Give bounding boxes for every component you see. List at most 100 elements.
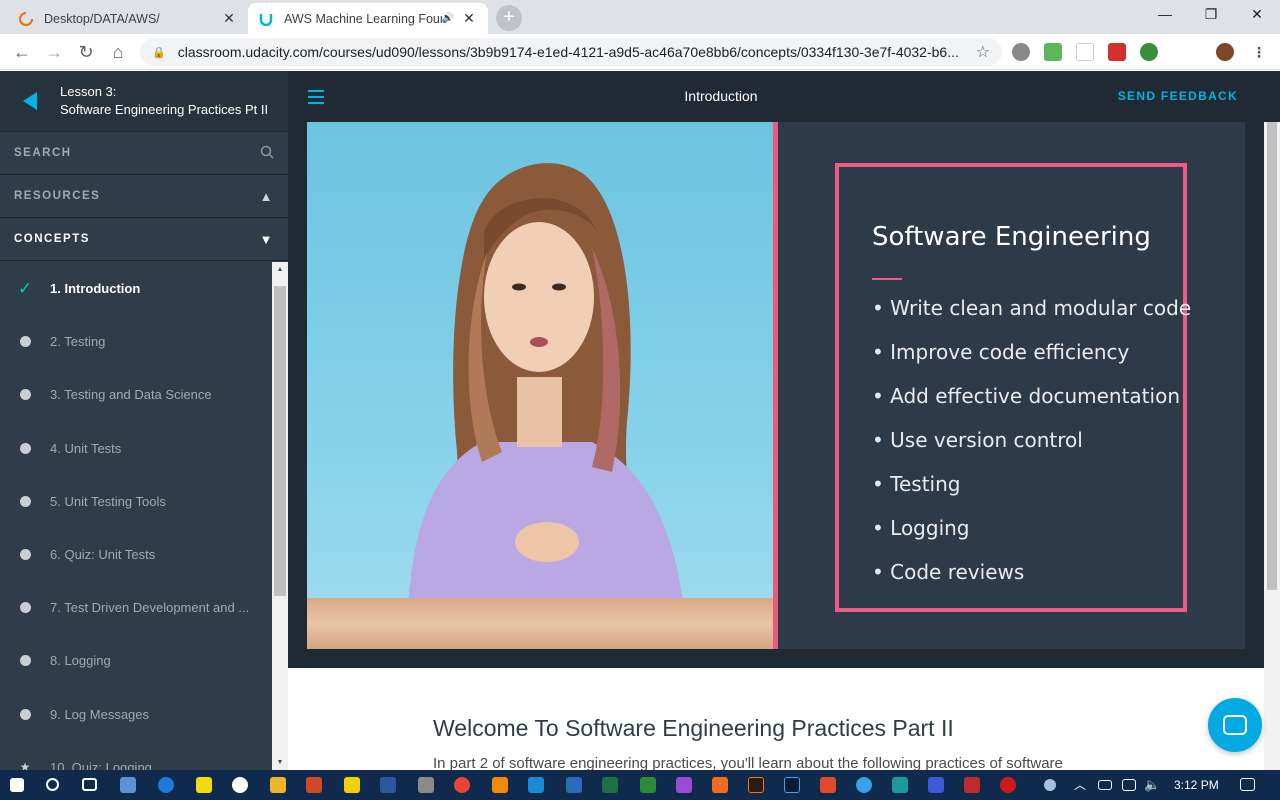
lesson-header[interactable]: Lesson 3: Software Engineering Practices… [0, 71, 288, 132]
illustrator-icon[interactable] [748, 777, 764, 793]
chat-support-button[interactable] [1208, 698, 1262, 752]
app-icon[interactable] [120, 777, 136, 793]
slide-underline [872, 278, 902, 280]
resources-label: RESOURCES [14, 190, 101, 202]
app-icon[interactable] [232, 777, 248, 793]
network-icon[interactable] [1122, 779, 1136, 791]
sidebar-scrollbar[interactable]: ▲ ▼ [272, 262, 288, 770]
app-icon[interactable] [1000, 777, 1016, 793]
lock-icon: 🔒 [152, 46, 166, 59]
main-scrollbar[interactable] [1264, 122, 1280, 770]
concept-item[interactable]: 8. Logging [0, 634, 272, 687]
chevron-down-icon[interactable]: ▼ [260, 232, 274, 247]
concept-item[interactable]: 5. Unit Testing Tools [0, 475, 272, 528]
concept-item[interactable]: ★ 10. Quiz: Logging [0, 741, 272, 770]
window-close-button[interactable]: ✕ [1234, 0, 1280, 30]
sticky-notes-icon[interactable] [196, 777, 212, 793]
clock[interactable]: 3:12 PM [1174, 770, 1219, 800]
extension-icon[interactable] [1108, 43, 1126, 61]
app-icon[interactable] [418, 777, 434, 793]
concepts-row[interactable]: CONCEPTS ▼ [0, 218, 288, 261]
scroll-up-icon[interactable]: ▲ [272, 266, 288, 273]
app-icon[interactable] [964, 777, 980, 793]
app-icon[interactable] [676, 777, 692, 793]
app-icon[interactable] [566, 777, 582, 793]
arduino-icon[interactable] [892, 777, 908, 793]
vscode-icon[interactable] [528, 777, 544, 793]
app-icon[interactable] [344, 777, 360, 793]
file-explorer-icon[interactable] [270, 777, 286, 793]
status-dot-icon [0, 442, 50, 454]
send-feedback-link[interactable]: SEND FEEDBACK [1118, 71, 1238, 122]
search-row[interactable]: SEARCH [0, 132, 288, 175]
word-icon[interactable] [380, 777, 396, 793]
search-icon[interactable] [46, 778, 59, 791]
concept-item[interactable]: 9. Log Messages [0, 688, 272, 741]
concept-item[interactable]: 3. Testing and Data Science [0, 368, 272, 421]
chat-icon [1223, 715, 1247, 735]
volume-icon[interactable]: 🔈 [1144, 770, 1160, 800]
scrollbar-thumb[interactable] [274, 286, 286, 596]
tray-chevron-icon[interactable]: ︿ [1074, 770, 1086, 800]
concept-item[interactable]: 7. Test Driven Development and ... [0, 581, 272, 634]
lesson-name: Software Engineering Practices Pt II [60, 102, 269, 117]
bookmark-star-icon[interactable]: ☆ [976, 42, 990, 62]
extension-icon[interactable] [1044, 43, 1062, 61]
reload-button[interactable]: ↻ [74, 40, 98, 64]
photoshop-icon[interactable] [784, 777, 800, 793]
search-label: SEARCH [14, 147, 72, 159]
windows-start-icon[interactable] [10, 778, 24, 792]
tab-desktop-aws[interactable]: Desktop/DATA/AWS/ ✕ [8, 3, 248, 34]
concept-item[interactable]: ✓ 1. Introduction [0, 262, 272, 315]
resources-row[interactable]: RESOURCES ▲ [0, 175, 288, 218]
vlc-icon[interactable] [492, 777, 508, 793]
avatar[interactable] [1216, 43, 1234, 61]
chrome-icon[interactable] [454, 777, 470, 793]
forward-button[interactable]: → [42, 40, 66, 64]
tab-title: Desktop/DATA/AWS/ [44, 11, 160, 26]
concept-item[interactable]: 4. Unit Tests [0, 422, 272, 475]
minimize-button[interactable]: — [1142, 0, 1188, 30]
tab-close-icon[interactable]: ✕ [460, 10, 478, 27]
new-tab-button[interactable]: + [496, 5, 522, 31]
concept-item[interactable]: 6. Quiz: Unit Tests [0, 528, 272, 581]
address-bar[interactable]: 🔒 classroom.udacity.com/courses/ud090/le… [140, 38, 1002, 66]
back-arrow-icon[interactable] [0, 92, 60, 110]
audio-icon[interactable]: 🔊 [442, 13, 454, 24]
app-icon[interactable] [640, 777, 656, 793]
tab-close-icon[interactable]: ✕ [220, 10, 238, 27]
search-icon[interactable] [260, 145, 274, 162]
task-view-icon[interactable] [82, 778, 97, 791]
slide-bullet: • Improve code efficiency [872, 340, 1130, 364]
extension-icon[interactable] [1076, 43, 1094, 61]
scrollbar-thumb[interactable] [1267, 122, 1277, 590]
video-player[interactable]: Software Engineering • Write clean and m… [307, 122, 1245, 649]
scroll-down-icon[interactable]: ▼ [272, 759, 288, 766]
home-button[interactable]: ⌂ [106, 40, 130, 64]
menu-kebab-icon[interactable]: ⋮ [1250, 43, 1268, 61]
battery-icon[interactable] [1098, 780, 1112, 790]
app-icon[interactable] [820, 777, 836, 793]
extension-icon[interactable] [1012, 43, 1030, 61]
url-text[interactable]: classroom.udacity.com/courses/ud090/less… [178, 44, 976, 60]
app-icon[interactable] [712, 777, 728, 793]
restore-button[interactable]: ❐ [1188, 0, 1234, 30]
concept-label: 6. Quiz: Unit Tests [50, 547, 156, 563]
concept-item[interactable]: 2. Testing [0, 315, 272, 368]
slide-bullet: • Add effective documentation [872, 384, 1180, 408]
concept-label: 9. Log Messages [50, 706, 150, 722]
presenter-video-panel [307, 122, 775, 649]
tab-aws-ml[interactable]: AWS Machine Learning Foun 🔊 ✕ [248, 3, 488, 34]
powerpoint-icon[interactable] [306, 777, 322, 793]
extension-icon[interactable] [1140, 43, 1158, 61]
media-icon[interactable] [1182, 43, 1200, 61]
article-intro: In part 2 of software engineering practi… [433, 755, 1063, 770]
edge-icon[interactable] [158, 777, 174, 793]
excel-icon[interactable] [602, 777, 618, 793]
notifications-icon[interactable] [1240, 778, 1255, 791]
back-button[interactable]: ← [10, 40, 34, 64]
app-icon[interactable] [928, 777, 944, 793]
chevron-up-icon[interactable]: ▲ [260, 189, 274, 204]
people-icon[interactable] [1044, 779, 1056, 791]
app-icon[interactable] [856, 777, 872, 793]
